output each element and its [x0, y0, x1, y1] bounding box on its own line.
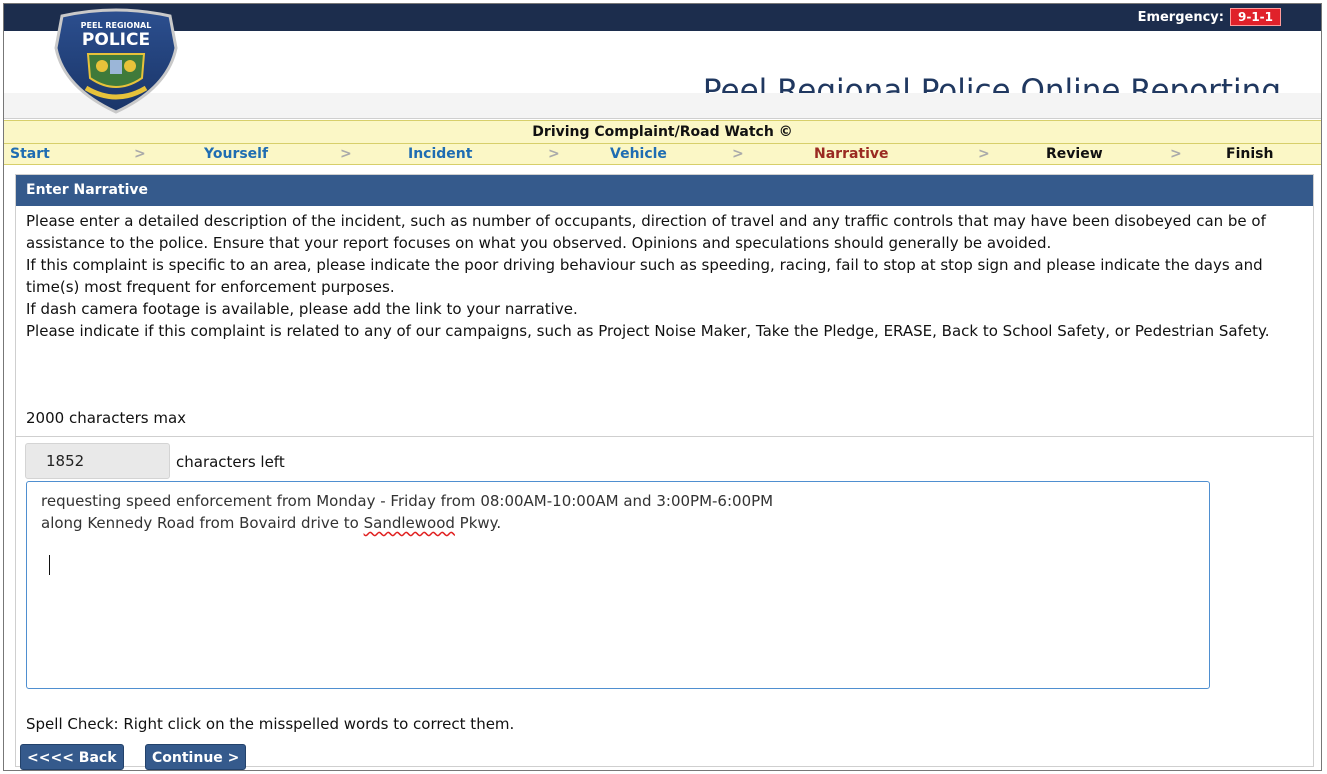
misspelled-word[interactable]: Sandlewood [364, 514, 455, 532]
step-separator: > [548, 146, 560, 162]
panel-title: Enter Narrative [16, 175, 1313, 206]
step-separator: > [732, 146, 744, 162]
step-separator: > [134, 146, 146, 162]
form-title: Driving Complaint/Road Watch © [4, 120, 1321, 144]
police-badge-logo: PEEL REGIONAL POLICE [54, 8, 178, 114]
characters-left-count: 1852 [25, 443, 170, 479]
step-separator: > [1170, 146, 1182, 162]
step-incident[interactable]: Incident [408, 146, 472, 162]
step-finish: Finish [1226, 146, 1274, 162]
step-review: Review [1046, 146, 1103, 162]
max-characters-note: 2000 characters max [26, 409, 187, 427]
divider [16, 436, 1313, 437]
step-separator: > [340, 146, 352, 162]
instruction-paragraph: Please enter a detailed description of t… [26, 212, 1266, 252]
logo-text-top: PEEL REGIONAL [81, 21, 152, 30]
narrative-textarea[interactable]: requesting speed enforcement from Monday… [26, 481, 1210, 689]
step-narrative: Narrative [814, 146, 889, 162]
header-band [4, 93, 1321, 119]
instruction-paragraph: If this complaint is specific to an area… [26, 256, 1263, 296]
progress-steps: Start > Yourself > Incident > Vehicle > … [4, 144, 1321, 165]
spell-check-note: Spell Check: Right click on the misspell… [26, 715, 515, 733]
continue-button[interactable]: Continue > [145, 744, 247, 770]
text-caret [49, 555, 50, 575]
instructions: Please enter a detailed description of t… [26, 210, 1306, 342]
narrative-line: along Kennedy Road from Bovaird drive to… [41, 512, 1195, 534]
logo-text-main: POLICE [82, 30, 150, 50]
step-yourself[interactable]: Yourself [204, 146, 268, 162]
step-vehicle[interactable]: Vehicle [610, 146, 667, 162]
emergency-contact: Emergency: 9-1-1 [1138, 8, 1281, 26]
instruction-paragraph: Please indicate if this complaint is rel… [26, 322, 1270, 340]
site-header: Peel Regional Police Online Reporting [4, 31, 1321, 109]
step-start[interactable]: Start [10, 146, 50, 162]
emergency-number[interactable]: 9-1-1 [1229, 8, 1281, 26]
top-bar: Emergency: 9-1-1 [4, 4, 1321, 31]
emergency-label: Emergency: [1137, 9, 1224, 25]
step-separator: > [978, 146, 990, 162]
narrative-panel: Enter Narrative Please enter a detailed … [15, 174, 1314, 770]
characters-left-label: characters left [176, 453, 285, 471]
narrative-line: requesting speed enforcement from Monday… [41, 492, 774, 510]
page-frame: Emergency: 9-1-1 Peel Regional Police On… [3, 3, 1322, 771]
narrative-text: Pkwy. [454, 514, 502, 532]
back-button[interactable]: <<<< Back [20, 744, 124, 770]
narrative-text: along Kennedy Road from Bovaird drive to [41, 514, 364, 532]
instruction-paragraph: If dash camera footage is available, ple… [26, 300, 578, 318]
